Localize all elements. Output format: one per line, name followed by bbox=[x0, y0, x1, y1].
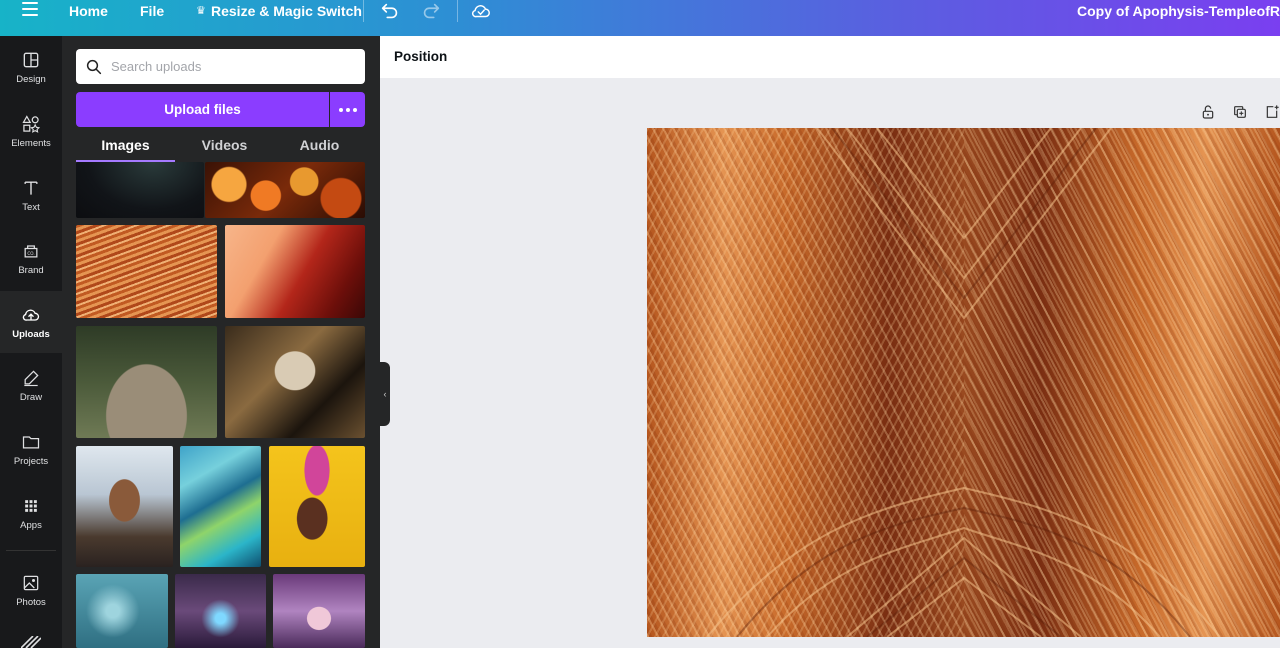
canvas-image[interactable] bbox=[647, 128, 1280, 637]
document-title[interactable]: Copy of Apophysis-TempleofR bbox=[1077, 3, 1280, 19]
upload-thumbnail-hut[interactable] bbox=[76, 326, 217, 438]
rail-item-photos[interactable]: Photos bbox=[0, 559, 62, 621]
rail-item-elements[interactable]: Elements bbox=[0, 100, 62, 162]
rail-item-label: Uploads bbox=[12, 328, 50, 340]
rail-item-uploads[interactable]: Uploads bbox=[0, 291, 62, 353]
divider bbox=[457, 0, 458, 22]
search-input[interactable] bbox=[111, 59, 351, 74]
file-menu-button[interactable]: File bbox=[140, 3, 164, 19]
editor-toolbar: Position bbox=[380, 36, 1280, 78]
home-button[interactable]: Home bbox=[69, 3, 108, 19]
position-button[interactable]: Position bbox=[394, 49, 447, 64]
media-tabs: Images Videos Audio bbox=[76, 134, 365, 162]
tab-videos[interactable]: Videos bbox=[175, 134, 274, 162]
brand-icon: CO. bbox=[24, 244, 38, 257]
text-T-icon bbox=[24, 180, 38, 195]
rail-item-label: Elements bbox=[11, 137, 51, 149]
search-box[interactable] bbox=[76, 49, 365, 84]
add-page-icon[interactable] bbox=[1264, 104, 1280, 120]
resize-magic-switch-button[interactable]: Resize & Magic Switch bbox=[211, 3, 362, 19]
tab-images[interactable]: Images bbox=[76, 134, 175, 162]
redo-icon[interactable] bbox=[420, 0, 442, 22]
rail-item-label: Projects bbox=[13, 455, 49, 467]
rail-item-projects[interactable]: Projects bbox=[0, 418, 62, 480]
crown-icon: ♛ bbox=[196, 5, 206, 17]
folder-icon bbox=[22, 435, 40, 448]
upload-thumbnail-feather[interactable] bbox=[225, 225, 365, 318]
cloud-saved-icon[interactable] bbox=[470, 0, 492, 22]
upload-thumbnail-ocean[interactable] bbox=[76, 574, 168, 648]
upload-thumbnail-fractal[interactable] bbox=[76, 162, 204, 218]
rail-divider bbox=[6, 550, 56, 551]
rail-item-text[interactable]: Text bbox=[0, 164, 62, 226]
rail-item-label: Draw bbox=[19, 391, 43, 403]
image-icon bbox=[23, 575, 39, 590]
upload-thumbnail-alcohol-ink[interactable] bbox=[180, 446, 261, 567]
upload-thumbnail-fantasy[interactable] bbox=[175, 574, 266, 648]
rail-item-label: Text bbox=[22, 201, 40, 213]
upload-files-button[interactable]: Upload files bbox=[76, 92, 329, 127]
rail-item-label: Brand bbox=[18, 264, 44, 276]
cloud-upload-icon bbox=[22, 309, 40, 321]
shapes-icon bbox=[22, 114, 41, 133]
grid-icon bbox=[25, 499, 37, 512]
divider bbox=[363, 0, 364, 22]
upload-thumbnail-african-woman[interactable] bbox=[269, 446, 365, 567]
upload-thumbnail-angel[interactable] bbox=[273, 574, 365, 648]
pen-icon bbox=[24, 369, 39, 386]
page-tools bbox=[1200, 104, 1280, 122]
upload-thumbnail-sandstone[interactable] bbox=[76, 225, 217, 318]
upload-thumbnail-portrait-collage[interactable] bbox=[225, 326, 365, 438]
sandstone-chevrons bbox=[706, 128, 1221, 637]
more-options-button[interactable] bbox=[330, 92, 365, 127]
duplicate-page-icon[interactable] bbox=[1232, 104, 1248, 120]
menu-icon[interactable] bbox=[22, 2, 38, 18]
rail-item-apps[interactable]: Apps bbox=[0, 482, 62, 544]
rail-item-draw[interactable]: Draw bbox=[0, 354, 62, 416]
rail-item-label: Photos bbox=[16, 596, 46, 608]
upload-thumbnail-winged-woman[interactable] bbox=[76, 446, 173, 567]
uploads-panel: Upload files Images Videos Audio bbox=[62, 36, 380, 648]
rail-item-design[interactable]: Design bbox=[0, 36, 62, 98]
pattern-icon[interactable] bbox=[21, 636, 41, 648]
layout-icon bbox=[23, 52, 39, 67]
left-rail: Design Elements Text CO. Brand Uploads D… bbox=[0, 36, 62, 648]
unlock-icon[interactable] bbox=[1200, 104, 1216, 120]
top-bar: Home File ♛ Resize & Magic Switch Copy o… bbox=[0, 0, 1280, 36]
collapse-panel-button[interactable]: ‹ bbox=[380, 362, 390, 426]
rail-item-brand[interactable]: CO. Brand bbox=[0, 227, 62, 289]
upload-thumbnail-bubbles[interactable] bbox=[205, 162, 365, 218]
search-icon bbox=[86, 59, 102, 74]
undo-icon[interactable] bbox=[379, 0, 401, 22]
tab-audio[interactable]: Audio bbox=[274, 134, 365, 162]
svg-text:CO.: CO. bbox=[27, 250, 34, 255]
rail-item-label: Apps bbox=[20, 519, 42, 531]
rail-item-label: Design bbox=[16, 73, 46, 85]
